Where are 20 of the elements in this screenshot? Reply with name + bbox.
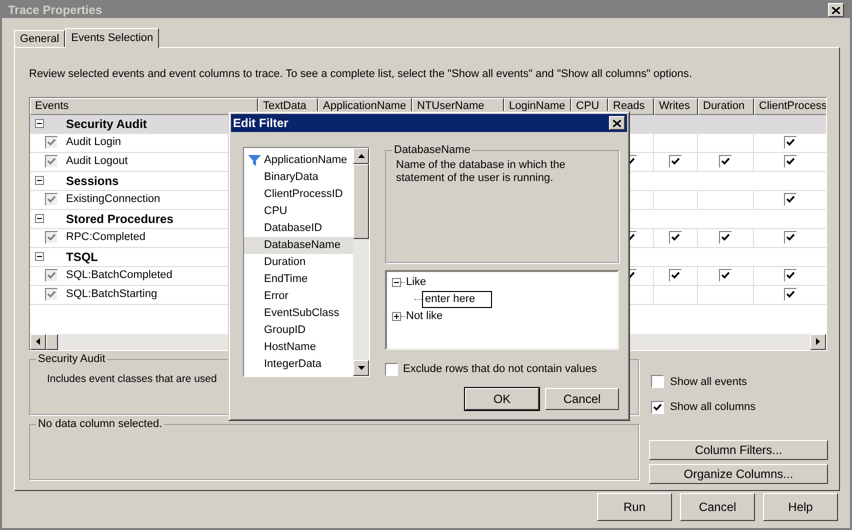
category-label: Security Audit bbox=[66, 116, 147, 132]
column-description: Name of the database in which the statement of the user is running. bbox=[396, 159, 566, 185]
event-label: RPC:Completed bbox=[66, 230, 146, 246]
instructions: Review selected events and event columns to trace. To see a complete list, select the "Show all events" and "Show all columns" options. bbox=[29, 67, 693, 82]
event-label: SQL:BatchCompleted bbox=[66, 268, 172, 284]
dialog-title: Edit Filter bbox=[233, 115, 288, 132]
option-label: Show all columns bbox=[670, 400, 756, 415]
category-label: TSQL bbox=[66, 248, 98, 266]
category-label: Stored Procedures bbox=[66, 210, 174, 228]
option-label: Show all events bbox=[670, 374, 748, 390]
event-label: Audit Logout bbox=[66, 154, 128, 170]
event-description: Includes event classes that are used bbox=[47, 372, 218, 386]
event-label: ExistingConnection bbox=[66, 192, 160, 208]
group-title: No data column selected. bbox=[36, 416, 164, 430]
event-label: SQL:BatchStarting bbox=[66, 287, 158, 302]
window-title: Trace Properties bbox=[8, 2, 102, 19]
event-label: Audit Login bbox=[66, 135, 122, 150]
category-label: Sessions bbox=[66, 172, 119, 190]
group-title: Security Audit bbox=[36, 352, 108, 366]
exclude-label: Exclude rows that do not contain values bbox=[403, 362, 597, 377]
